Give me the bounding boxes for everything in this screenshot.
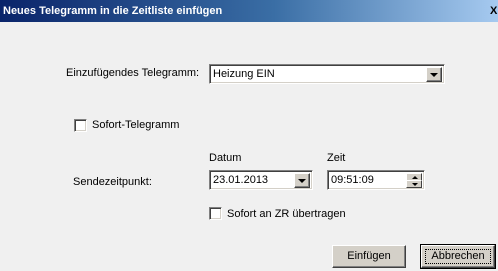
sofort-zr-label: Sofort an ZR übertragen	[227, 208, 346, 220]
zeit-spinner[interactable]	[406, 173, 422, 188]
telegram-select[interactable]: Heizung EIN	[209, 64, 445, 84]
window-title: Neues Telegramm in die Zeitliste einfüge…	[3, 5, 223, 17]
zeit-header: Zeit	[327, 152, 346, 164]
spin-down-button[interactable]	[406, 180, 422, 188]
sofort-telegramm-label: Sofort-Telegramm	[92, 119, 180, 131]
cancel-button[interactable]: Abbrechen	[420, 244, 496, 269]
spin-up-icon	[412, 176, 418, 179]
zeit-picker[interactable]: 09:51:09	[327, 170, 425, 190]
dialog-window: Neues Telegramm in die Zeitliste einfüge…	[0, 0, 498, 271]
close-icon[interactable]: X	[490, 0, 498, 22]
sendezeitpunkt-label: Sendezeitpunkt:	[73, 176, 152, 188]
focus-rect	[425, 249, 491, 264]
datum-value: 23.01.2013	[213, 174, 269, 186]
chevron-down-icon	[298, 179, 306, 183]
insert-button[interactable]: Einfügen	[332, 245, 406, 268]
chevron-down-icon	[430, 73, 438, 77]
telegram-select-dropdown-button[interactable]	[426, 67, 442, 82]
sofort-zr-checkbox[interactable]	[209, 207, 222, 220]
telegram-select-value: Heizung EIN	[213, 68, 275, 80]
sofort-telegramm-checkbox[interactable]	[74, 119, 87, 132]
title-bar: Neues Telegramm in die Zeitliste einfüge…	[0, 0, 498, 22]
spin-down-icon	[412, 183, 418, 186]
telegram-label: Einzufügendes Telegramm:	[66, 67, 200, 79]
datum-header: Datum	[209, 152, 242, 164]
zeit-value: 09:51:09	[331, 174, 374, 186]
datum-picker[interactable]: 23.01.2013	[209, 170, 313, 190]
datum-dropdown-button[interactable]	[294, 173, 310, 188]
